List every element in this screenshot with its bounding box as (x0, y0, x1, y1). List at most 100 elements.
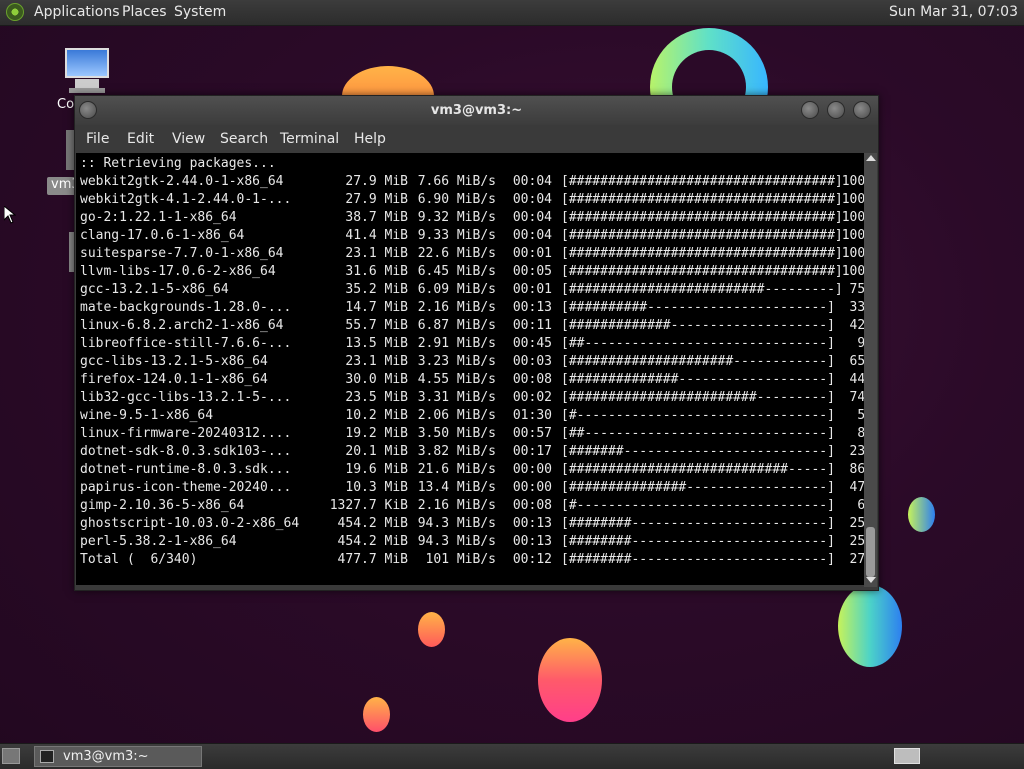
download-time: 00:02 (512, 390, 552, 405)
computer-base (69, 88, 105, 93)
workspace-switcher[interactable] (894, 748, 920, 764)
download-time: 00:01 (512, 282, 552, 297)
download-size: 477.7 MiB (337, 552, 408, 567)
terminal-scrollbar[interactable] (864, 153, 877, 587)
download-name: ghostscript-10.03.0-2-x86_64 (80, 516, 300, 531)
download-time: 00:03 (512, 354, 552, 369)
menu-places[interactable]: Places (122, 4, 167, 20)
terminal-download-line: linux-6.8.2.arch2-1-x86_64 55.7 MiB 6.87 M… (80, 317, 873, 335)
terminal-download-line: dotnet-sdk-8.0.3.sdk103-... 20.1 MiB 3.82 … (80, 443, 873, 461)
download-name: linux-6.8.2.arch2-1-x86_64 (80, 318, 284, 333)
download-bar: [########-------------------------] (561, 534, 835, 549)
download-rate: 94.3 MiB/s (417, 534, 496, 549)
terminal-download-line: papirus-icon-theme-20240... 10.3 MiB 13.4 … (80, 479, 873, 497)
download-name: lib32-gcc-libs-13.2.1-5-... (80, 390, 292, 405)
download-bar: [##-------------------------------] (561, 336, 835, 351)
download-rate: 3.50 MiB/s (417, 426, 496, 441)
menu-edit[interactable]: Edit (127, 131, 154, 147)
wallpaper-blob (363, 697, 390, 732)
download-name: gcc-libs-13.2.1-5-x86_64 (80, 354, 268, 369)
download-time: 00:13 (512, 516, 552, 531)
download-name: linux-firmware-20240312.... (80, 426, 292, 441)
top-panel: Applications Places System Sun Mar 31, 0… (0, 0, 1024, 26)
download-name: libreoffice-still-7.6.6-... (80, 336, 292, 351)
terminal-download-line: libreoffice-still-7.6.6-... 13.5 MiB 2.91 … (80, 335, 873, 353)
menu-view[interactable]: View (172, 131, 205, 147)
terminal-download-line: webkit2gtk-2.44.0-1-x86_64 27.9 MiB 7.66 M… (80, 173, 873, 191)
computer-icon[interactable] (63, 46, 113, 96)
download-bar: [##########-----------------------] (561, 300, 835, 315)
taskbar-terminal-button[interactable]: vm3@vm3:~ (34, 746, 202, 767)
menu-system[interactable]: System (174, 4, 226, 20)
menu-file[interactable]: File (86, 131, 109, 147)
download-bar: [#######--------------------------] (561, 444, 835, 459)
download-size: 19.2 MiB (345, 426, 408, 441)
scroll-down-icon[interactable] (866, 577, 876, 583)
window-title: vm3@vm3:~ (430, 103, 523, 118)
menu-help[interactable]: Help (354, 131, 386, 147)
download-time: 00:13 (512, 300, 552, 315)
scrollbar-thumb[interactable] (866, 527, 875, 577)
download-bar: [#############--------------------] (561, 318, 835, 333)
scroll-up-icon[interactable] (866, 155, 876, 161)
download-size: 20.1 MiB (345, 444, 408, 459)
download-bar: [#--------------------------------] (561, 498, 835, 513)
download-time: 00:04 (512, 174, 552, 189)
download-bar: [########################---------] (561, 390, 835, 405)
clock[interactable]: Sun Mar 31, 07:03 (889, 4, 1018, 20)
show-desktop-button[interactable] (2, 748, 20, 764)
terminal-header-line: :: Retrieving packages... (80, 156, 276, 171)
menu-applications[interactable]: Applications (34, 4, 120, 20)
download-time: 00:05 (512, 264, 552, 279)
download-name: wine-9.5-1-x86_64 (80, 408, 214, 423)
download-size: 14.7 MiB (345, 300, 408, 315)
download-name: papirus-icon-theme-20240... (80, 480, 292, 495)
terminal-download-line: suitesparse-7.7.0-1-x86_64 23.1 MiB 22.6 M… (80, 245, 873, 263)
download-size: 23.1 MiB (345, 354, 408, 369)
terminal-output[interactable]: :: Retrieving packages... webkit2gtk-2.4… (76, 153, 873, 585)
download-time: 00:57 (512, 426, 552, 441)
download-time: 00:04 (512, 210, 552, 225)
terminal-download-line: firefox-124.0.1-1-x86_64 30.0 MiB 4.55 MiB… (80, 371, 873, 389)
download-bar: [##################################] (561, 246, 843, 261)
download-time: 00:00 (512, 480, 552, 495)
download-rate: 2.16 MiB/s (417, 300, 496, 315)
download-time: 00:08 (512, 372, 552, 387)
maximize-button[interactable] (827, 101, 845, 119)
download-name: suitesparse-7.7.0-1-x86_64 (80, 246, 284, 261)
download-time: 00:01 (512, 246, 552, 261)
menu-terminal[interactable]: Terminal (280, 131, 339, 147)
wallpaper-blob (908, 497, 935, 532)
wallpaper-blob (538, 638, 602, 722)
download-bar: [##################################] (561, 174, 843, 189)
terminal-window[interactable]: vm3@vm3:~ File Edit View Search Terminal… (74, 95, 879, 591)
taskbar-terminal-label: vm3@vm3:~ (63, 749, 149, 764)
download-time: 01:30 (512, 408, 552, 423)
download-time: 00:08 (512, 498, 552, 513)
download-size: 38.7 MiB (345, 210, 408, 225)
download-rate: 21.6 MiB/s (417, 462, 496, 477)
home-folder-label[interactable]: vm3 (47, 177, 80, 195)
computer-label[interactable]: Co (57, 97, 74, 112)
terminal-download-line: mate-backgrounds-1.28.0-... 14.7 MiB 2.16 … (80, 299, 873, 317)
download-rate: 6.45 MiB/s (417, 264, 496, 279)
download-time: 00:04 (512, 228, 552, 243)
terminal-download-line: clang-17.0.6-1-x86_64 41.4 MiB 9.33 MiB/s 0… (80, 227, 873, 245)
terminal-download-line: perl-5.38.2-1-x86_64 454.2 MiB 94.3 MiB/s 0… (80, 533, 873, 551)
minimize-button[interactable] (801, 101, 819, 119)
download-name: clang-17.0.6-1-x86_64 (80, 228, 245, 243)
window-menu-button[interactable] (79, 101, 97, 119)
terminal-download-line: go-2:1.22.1-1-x86_64 38.7 MiB 9.32 MiB/s 00… (80, 209, 873, 227)
download-size: 31.6 MiB (345, 264, 408, 279)
download-size: 27.9 MiB (345, 174, 408, 189)
download-bar: [##################################] (561, 210, 843, 225)
mate-logo-icon[interactable] (6, 3, 24, 21)
window-titlebar[interactable]: vm3@vm3:~ (75, 96, 878, 125)
download-size: 35.2 MiB (345, 282, 408, 297)
download-size: 13.5 MiB (345, 336, 408, 351)
download-bar: [##################################] (561, 264, 843, 279)
download-rate: 6.09 MiB/s (417, 282, 496, 297)
close-button[interactable] (853, 101, 871, 119)
menu-search[interactable]: Search (220, 131, 268, 147)
download-time: 00:11 (512, 318, 552, 333)
